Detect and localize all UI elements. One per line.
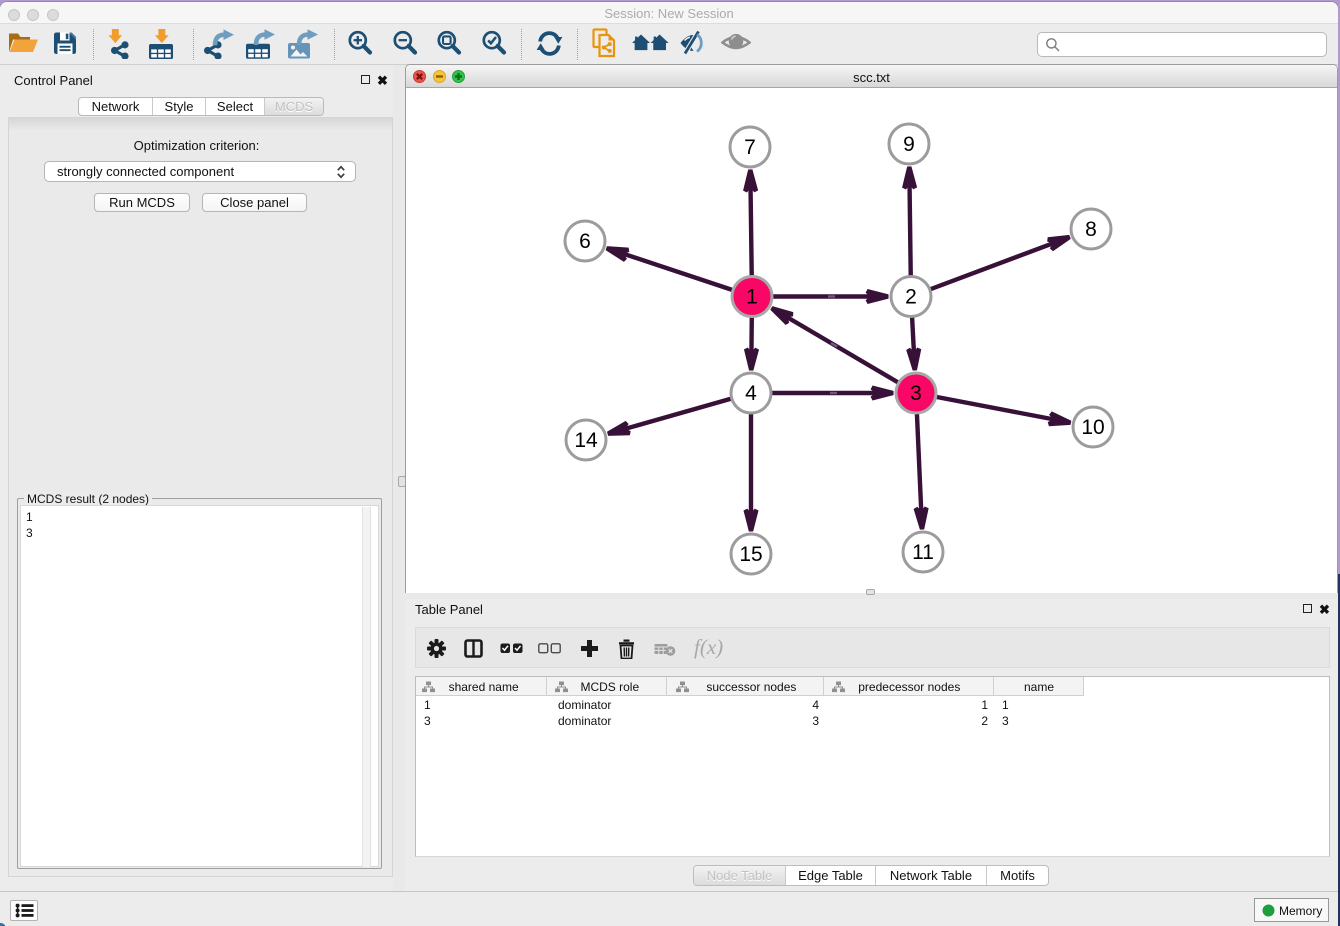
svg-text:2: 2 [905,286,917,309]
svg-text:10: 10 [1081,416,1104,439]
svg-text:4: 4 [745,382,757,405]
svg-text:6: 6 [579,230,591,253]
svg-text:1: 1 [746,286,758,309]
svg-text:15: 15 [739,543,762,566]
svg-text:11: 11 [912,541,934,564]
svg-text:9: 9 [903,133,915,156]
svg-text:7: 7 [744,136,756,159]
svg-text:3: 3 [910,382,922,405]
svg-text:8: 8 [1085,218,1097,241]
svg-text:14: 14 [574,429,598,452]
